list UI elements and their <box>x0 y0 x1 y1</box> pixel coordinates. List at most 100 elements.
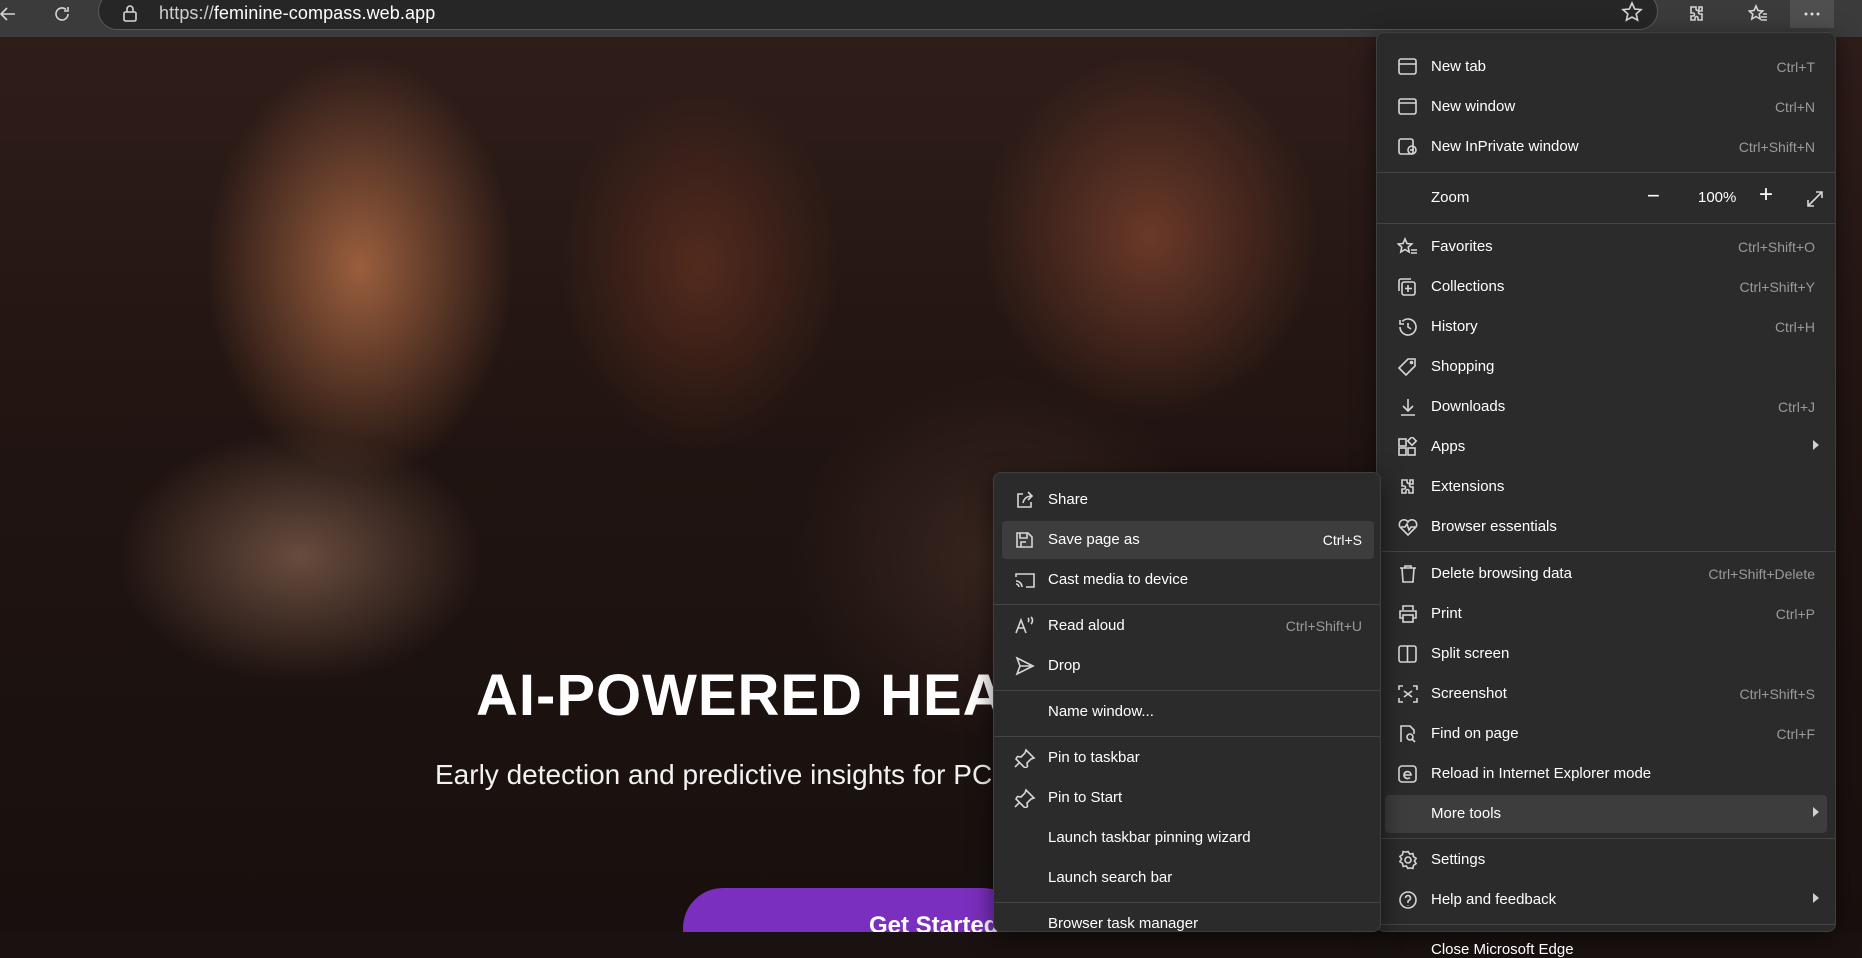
menu-shortcut: Ctrl+Shift+U <box>1285 618 1362 634</box>
apps-icon <box>1398 437 1418 456</box>
favorites-icon <box>1748 4 1767 21</box>
submenu-item-name-window[interactable]: Name window... <box>1002 693 1374 731</box>
menu-item-find-on-page[interactable]: Find on page Ctrl+F <box>1385 715 1827 753</box>
lock-icon <box>123 5 137 22</box>
back-icon <box>0 7 15 21</box>
extensions-button[interactable] <box>1674 0 1718 28</box>
menu-label: Apps <box>1431 438 1466 455</box>
share-icon <box>1017 491 1034 508</box>
menu-item-downloads[interactable]: Downloads Ctrl+J <box>1385 388 1827 426</box>
menu-label: Launch search bar <box>1048 869 1173 886</box>
menu-label: Extensions <box>1431 478 1505 495</box>
star-icon[interactable] <box>1621 1 1643 23</box>
menu-label: More tools <box>1431 805 1502 822</box>
menu-shortcut: Ctrl+Shift+Y <box>1739 279 1815 295</box>
menu-item-extensions[interactable]: Extensions <box>1385 468 1827 506</box>
hero-subtitle: Early detection and predictive insights … <box>435 759 1014 790</box>
submenu-item-launch-search-bar[interactable]: Launch search bar <box>1002 859 1374 897</box>
menu-shortcut: Ctrl+P <box>1775 606 1815 622</box>
menu-shortcut: Ctrl+S <box>1322 532 1362 548</box>
favorites-icon <box>1397 237 1417 254</box>
zoom-in-button[interactable]: + <box>1759 181 1773 209</box>
menu-item-new-window[interactable]: New window Ctrl+N <box>1385 88 1827 126</box>
cast-icon <box>1015 573 1035 588</box>
menu-label: Pin to taskbar <box>1048 749 1140 766</box>
heart-pulse-icon <box>1398 518 1418 537</box>
menu-label: Collections <box>1431 278 1505 295</box>
menu-label: Downloads <box>1431 398 1506 415</box>
zoom-out-button[interactable]: − <box>1647 183 1660 209</box>
menu-label: Zoom <box>1431 189 1470 206</box>
menu-item-screenshot[interactable]: Screenshot Ctrl+Shift+S <box>1385 675 1827 713</box>
menu-item-apps[interactable]: Apps <box>1385 428 1827 466</box>
submenu-item-browser-task-manager[interactable]: Browser task manager <box>1002 905 1374 943</box>
trash-icon <box>1400 565 1416 583</box>
find-icon <box>1400 725 1416 743</box>
menu-label: Split screen <box>1431 645 1510 662</box>
menu-item-history[interactable]: History Ctrl+H <box>1385 308 1827 346</box>
menu-item-favorites[interactable]: Favorites Ctrl+Shift+O <box>1385 228 1827 266</box>
menu-label: Drop <box>1048 657 1081 674</box>
extensions-icon <box>1690 6 1703 21</box>
menu-shortcut: Ctrl+Shift+S <box>1739 686 1815 702</box>
inprivate-icon <box>1398 138 1417 155</box>
menu-shortcut: Ctrl+T <box>1776 59 1816 75</box>
more-button[interactable] <box>1790 0 1834 28</box>
menu-item-new-tab[interactable]: New tab Ctrl+T <box>1385 48 1827 86</box>
menu-shortcut: Ctrl+Shift+O <box>1737 239 1815 255</box>
menu-item-delete-browsing-data[interactable]: Delete browsing data Ctrl+Shift+Delete <box>1385 555 1827 593</box>
menu-label: New window <box>1431 98 1516 115</box>
url-host: feminine-compass.web.app <box>213 3 436 23</box>
menu-item-reload-ie-mode[interactable]: Reload in Internet Explorer mode <box>1385 755 1827 793</box>
menu-item-collections[interactable]: Collections Ctrl+Shift+Y <box>1385 268 1827 306</box>
get-started-label: Get Started <box>869 912 999 932</box>
menu-item-zoom: Zoom − 100% + <box>1385 177 1827 219</box>
ie-icon <box>1398 765 1417 783</box>
submenu-item-pin-to-start[interactable]: Pin to Start <box>1002 779 1374 817</box>
fullscreen-icon[interactable] <box>1805 189 1825 209</box>
more-icon <box>1804 12 1820 16</box>
collections-icon <box>1398 278 1416 296</box>
menu-item-help-and-feedback[interactable]: Help and feedback <box>1385 881 1827 919</box>
menu-shortcut: Ctrl+H <box>1774 319 1815 335</box>
menu-item-print[interactable]: Print Ctrl+P <box>1385 595 1827 633</box>
menu-item-split-screen[interactable]: Split screen <box>1385 635 1827 673</box>
menu-item-more-tools[interactable]: More tools <box>1385 795 1827 833</box>
submenu-item-cast[interactable]: Cast media to device <box>1002 561 1374 599</box>
menu-label: New tab <box>1431 58 1487 75</box>
submenu-item-pin-to-taskbar[interactable]: Pin to taskbar <box>1002 739 1374 777</box>
menu-item-browser-essentials[interactable]: Browser essentials <box>1385 508 1827 546</box>
menu-shortcut: Ctrl+F <box>1776 726 1816 742</box>
menu-label: History <box>1431 318 1478 335</box>
address-bar[interactable]: https://feminine-compass.web.app <box>98 0 1658 30</box>
pin-icon <box>1014 788 1036 808</box>
submenu-item-save-page-as[interactable]: Save page as Ctrl+S <box>1002 521 1374 559</box>
url-text[interactable]: https://feminine-compass.web.app <box>159 3 435 24</box>
menu-item-close-edge[interactable]: Close Microsoft Edge <box>1385 917 1827 958</box>
menu-label: Screenshot <box>1431 685 1507 702</box>
menu-shortcut: Ctrl+Shift+Delete <box>1708 566 1815 582</box>
menu-label: Settings <box>1431 851 1486 868</box>
print-icon <box>1399 605 1417 623</box>
menu-item-shopping[interactable]: Shopping <box>1385 348 1827 386</box>
menu-label: Name window... <box>1048 703 1154 720</box>
menu-shortcut: Ctrl+N <box>1774 99 1815 115</box>
menu-label: Browser essentials <box>1431 518 1557 535</box>
submenu-item-taskbar-pinning-wizard[interactable]: Launch taskbar pinning wizard <box>1002 819 1374 857</box>
menu-item-new-inprivate-window[interactable]: New InPrivate window Ctrl+Shift+N <box>1385 128 1827 166</box>
submenu-item-read-aloud[interactable]: Read aloud Ctrl+Shift+U <box>1002 607 1374 645</box>
refresh-button[interactable] <box>40 0 84 28</box>
shopping-tag-icon <box>1397 358 1416 377</box>
settings-icon <box>1398 850 1418 870</box>
submenu-item-share[interactable]: Share <box>1002 481 1374 519</box>
submenu-item-drop[interactable]: Drop <box>1002 647 1374 685</box>
menu-item-settings[interactable]: Settings <box>1385 841 1827 879</box>
screenshot-icon <box>1398 685 1418 703</box>
favorites-button[interactable] <box>1736 0 1780 28</box>
back-button[interactable] <box>0 0 30 28</box>
menu-label: Cast media to device <box>1048 571 1189 588</box>
get-started-button[interactable]: Get Started <box>683 888 1023 932</box>
pin-icon <box>1014 748 1036 768</box>
new-tab-icon <box>1398 58 1417 75</box>
chevron-right-icon <box>1813 440 1819 450</box>
